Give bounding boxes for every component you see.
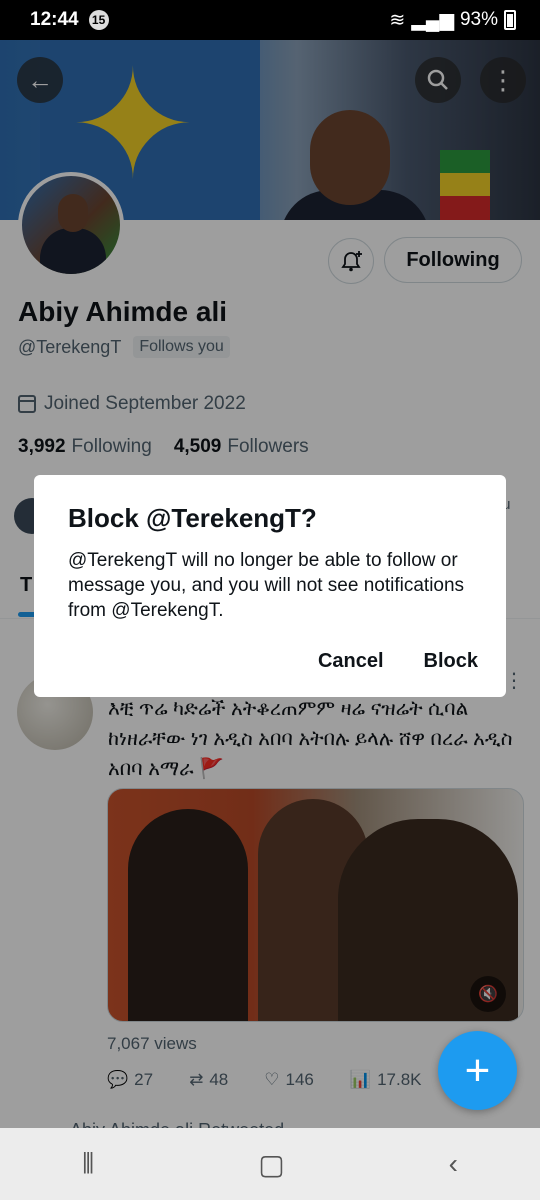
plus-icon: +: [464, 1045, 491, 1095]
status-bar: 12:44 15 ≋ ▂▄▆ 93%: [0, 0, 540, 40]
wifi-icon: ≋: [389, 9, 406, 31]
dialog-buttons: Cancel Block: [318, 650, 478, 673]
back-icon[interactable]: ‹: [449, 1148, 458, 1180]
dialog-body: @TerekengT will no longer be able to fol…: [68, 550, 465, 621]
block-dialog: Block @TerekengT? @TerekengT will no lon…: [34, 475, 506, 697]
notification-count-badge: 15: [88, 10, 109, 30]
recent-apps-icon[interactable]: ⦀: [82, 1148, 94, 1181]
compose-tweet-button[interactable]: +: [438, 1031, 517, 1110]
signal-icon: ▂▄▆: [411, 9, 454, 31]
battery-icon: [504, 10, 516, 30]
home-icon[interactable]: ▢: [258, 1148, 284, 1181]
dialog-title: Block @TerekengT?: [68, 503, 317, 533]
status-time: 12:44: [30, 9, 79, 30]
battery-percent: 93%: [459, 9, 498, 30]
system-nav-bar: ⦀ ▢ ‹: [0, 1128, 540, 1200]
block-button[interactable]: Block: [424, 650, 478, 673]
cancel-button[interactable]: Cancel: [318, 650, 384, 673]
status-right: ≋ ▂▄▆ 93%: [389, 9, 516, 32]
